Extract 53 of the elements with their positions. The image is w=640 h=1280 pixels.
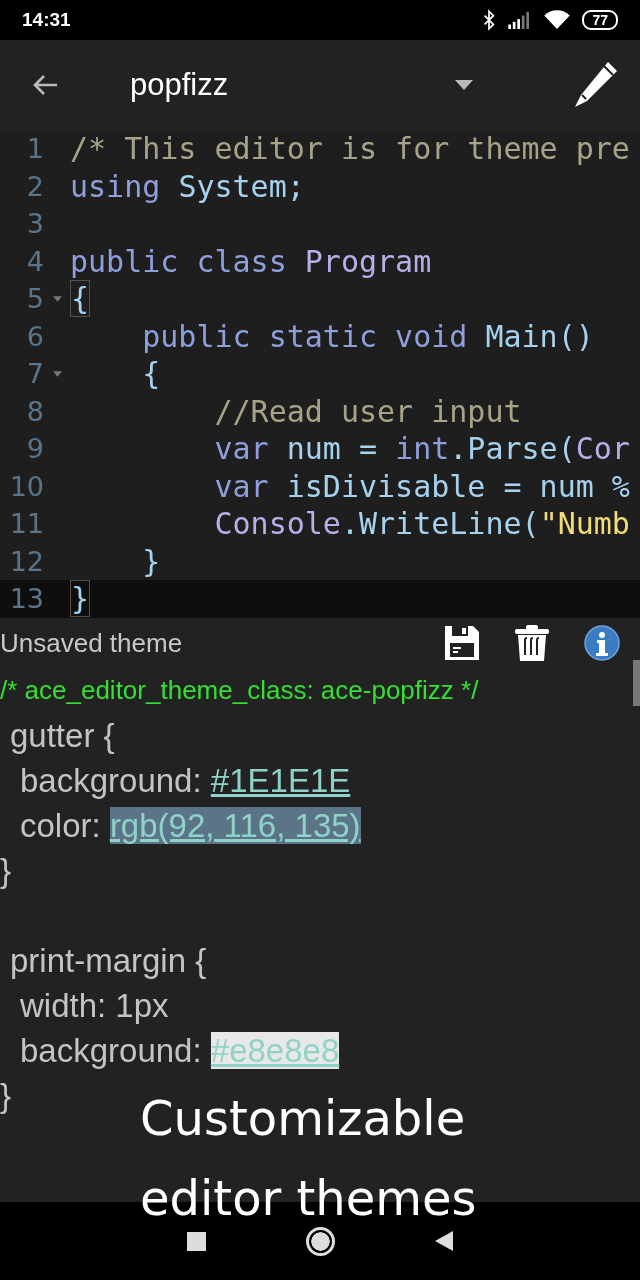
line-number: 7 [25,358,44,390]
line-number: 10 [8,470,44,502]
line-number: 4 [25,245,44,277]
code-line: public static void Main() [141,317,594,355]
css-selector: print-margin { [9,941,208,981]
css-property: color: [20,807,101,844]
back-arrow-icon [32,74,58,96]
code-line: public class Program [70,242,432,280]
back-button[interactable] [32,74,58,96]
line-number: 6 [25,320,44,352]
line-number: 13 [8,583,44,615]
code-line: var num = int.Parse(Cor [213,430,630,468]
code-line: /* This editor is for theme pre [70,130,630,168]
scrollbar-thumb[interactable] [633,660,640,706]
code-line: var isDivisable = num % [213,467,630,505]
battery-indicator: 77 [582,10,618,30]
line-number: 2 [25,170,44,202]
css-property: background: [20,762,202,799]
trash-icon[interactable] [514,625,550,661]
line-number: 8 [25,395,44,427]
line-number: 9 [25,433,44,465]
promo-caption: Customizable editor themes [140,1089,478,1228]
css-property: width: 1px [20,987,169,1024]
clock-time: 14:31 [22,9,71,31]
code-editor[interactable] [0,130,640,618]
css-selector: gutter { [9,716,116,756]
code-line: Console.WriteLine("Numb [213,505,630,543]
code-line: //Read user input [213,392,522,430]
line-number: 11 [8,508,44,540]
code-line: { [141,355,161,393]
line-number: 5 [25,283,44,315]
code-line: using System; [70,167,305,205]
theme-name-dropdown[interactable]: popfizz [130,67,450,103]
home-button[interactable] [306,1226,335,1256]
closing-brace: } [0,1077,12,1114]
color-value-link[interactable]: #1E1E1E [210,762,351,799]
css-property: background: [20,1032,202,1069]
save-icon[interactable] [444,625,480,661]
fold-arrow-icon[interactable] [52,295,62,302]
bluetooth-icon [482,9,497,31]
recents-button[interactable] [187,1231,206,1251]
theme-comment: /* ace_editor_theme_class: ace-popfizz */ [0,674,479,707]
dropdown-caret-icon[interactable] [455,80,473,90]
back-button[interactable] [435,1231,453,1251]
line-number: 3 [25,208,44,240]
theme-status-label: Unsaved theme [0,627,183,659]
closing-brace: } [0,852,12,889]
line-number: 12 [8,545,44,577]
code-line: } [141,542,161,580]
info-icon[interactable] [584,625,620,661]
fold-arrow-icon[interactable] [52,370,62,377]
wifi-icon [544,10,571,30]
line-number: 1 [25,133,44,165]
